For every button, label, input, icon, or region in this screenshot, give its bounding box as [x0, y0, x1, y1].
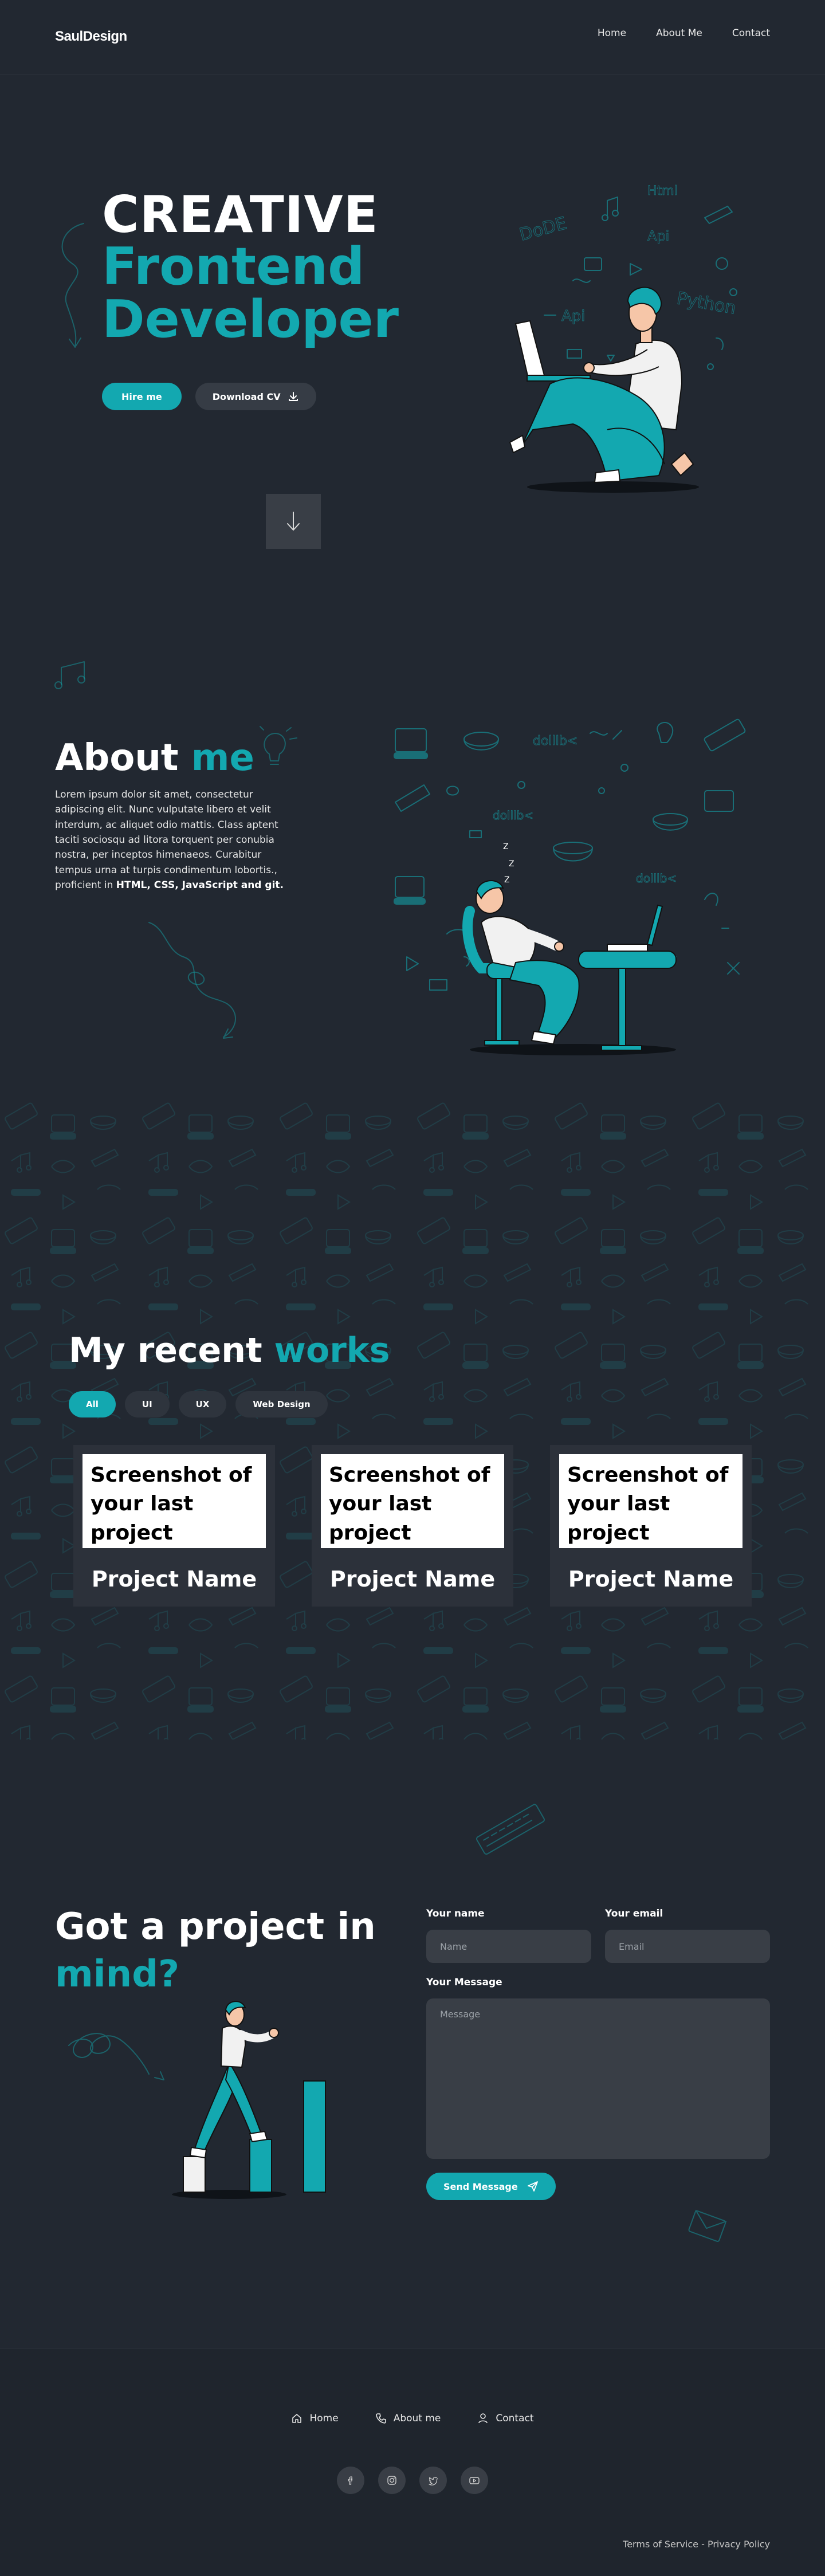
download-cv-label: Download CV [212, 391, 281, 402]
contact-climbing-illustration [68, 2001, 326, 2199]
squiggle-arrow-doodle [148, 922, 236, 1039]
privacy-link[interactable]: Privacy Policy [708, 2539, 770, 2550]
hire-me-button[interactable]: Hire me [102, 383, 182, 410]
legal-links: Terms of Service - Privacy Policy [623, 2539, 770, 2550]
svg-text:Api: Api [561, 308, 586, 325]
svg-text:Html: Html [647, 184, 678, 198]
terms-link[interactable]: Terms of Service [623, 2539, 698, 2550]
email-label: Your email [605, 1908, 663, 1919]
nav-about-link[interactable]: About Me [656, 28, 702, 39]
lightbulb-doodle [260, 726, 297, 765]
site-footer: Home About me Contact Terms of Service -… [0, 2348, 825, 2576]
about-title-plain: About [55, 737, 191, 779]
svg-text:Z: Z [503, 842, 509, 851]
name-label: Your name [426, 1908, 485, 1919]
svg-text:dolllb<: dolllb< [533, 734, 578, 748]
instagram-icon [387, 2476, 396, 2485]
project-card[interactable]: Screenshot of your last project Project … [73, 1445, 275, 1607]
footer-contact-link[interactable]: Contact [477, 2413, 534, 2424]
scroll-down-button[interactable] [266, 494, 321, 549]
hero-title-line3: Developer [102, 289, 399, 350]
footer-about-label: About me [393, 2413, 441, 2424]
works-title-accent: works [274, 1330, 390, 1371]
svg-text:DoDE: DoDE [517, 213, 569, 245]
home-icon [292, 2414, 302, 2423]
keyboard-doodle [476, 1804, 545, 1855]
project-screenshot: Screenshot of your last project [559, 1454, 742, 1548]
send-message-label: Send Message [443, 2181, 518, 2192]
footer-home-label: Home [309, 2413, 339, 2424]
footer-about-link[interactable]: About me [375, 2413, 441, 2424]
phone-icon [375, 2413, 386, 2424]
filter-web-design-button[interactable]: Web Design [235, 1391, 328, 1417]
nav-contact-link[interactable]: Contact [732, 28, 770, 39]
works-filters: All UI UX Web Design [69, 1391, 328, 1417]
filter-ux-button[interactable]: UX [178, 1391, 227, 1417]
user-icon [478, 2413, 488, 2424]
project-screenshot: Screenshot of your last project [82, 1454, 266, 1548]
email-input[interactable] [605, 1930, 770, 1963]
contact-title-line2: mind? [55, 1953, 180, 1996]
download-cv-button[interactable]: Download CV [195, 383, 316, 410]
about-title-accent: me [191, 737, 254, 779]
social-links [0, 2467, 825, 2494]
instagram-link[interactable] [378, 2467, 406, 2494]
envelope-doodle [688, 2209, 727, 2242]
send-message-button[interactable]: Send Message [426, 2173, 556, 2200]
project-screenshot: Screenshot of your last project [321, 1454, 504, 1548]
main-nav: Home About Me Contact [598, 28, 770, 39]
page: SaulDesign Home About Me Contact CREATIV… [0, 0, 825, 2576]
project-name: Project Name [568, 1566, 734, 1592]
hero-arrow-doodle [61, 223, 84, 348]
footer-home-link[interactable]: Home [291, 2413, 339, 2424]
about-skills: HTML, CSS, JavaScript and git. [116, 879, 284, 892]
youtube-icon [469, 2477, 480, 2484]
about-developer-illustration: dolllb< dolllb< dolllb< Z Z Z [394, 718, 746, 1055]
hero-title-line1: CREATIVE [102, 185, 379, 244]
message-label: Your Message [426, 1977, 502, 1988]
project-card[interactable]: Screenshot of your last project Project … [550, 1445, 752, 1607]
project-name: Project Name [91, 1566, 257, 1592]
works-title-plain: My recent [69, 1330, 274, 1371]
contact-title-line1: Got a project in [55, 1906, 376, 1948]
arrow-down-icon [287, 512, 300, 531]
hero-developer-illustration: DoDE Html Api Python Api [509, 184, 738, 493]
contact-title: Got a project in mind? [55, 1903, 376, 1998]
message-textarea[interactable] [426, 1998, 770, 2159]
youtube-link[interactable] [461, 2467, 488, 2494]
music-note-doodle [54, 661, 85, 689]
footer-contact-label: Contact [496, 2413, 534, 2424]
legal-separator: - [698, 2539, 708, 2550]
site-logo[interactable]: SaulDesign [55, 29, 127, 45]
svg-text:Api: Api [647, 228, 669, 244]
svg-text:dolllb<: dolllb< [636, 871, 677, 885]
project-card[interactable]: Screenshot of your last project Project … [312, 1445, 513, 1607]
svg-text:Z: Z [504, 875, 510, 885]
hero-title: CREATIVE Frontend Developer [102, 189, 399, 345]
svg-text:Python: Python [675, 288, 737, 319]
nav-home-link[interactable]: Home [598, 28, 626, 39]
hero-title-line2: Frontend [102, 236, 365, 297]
svg-text:dolllb<: dolllb< [493, 808, 533, 822]
works-title: My recent works [69, 1330, 390, 1371]
twitter-icon [429, 2477, 438, 2485]
about-title: About me [55, 737, 254, 779]
send-icon [527, 2181, 538, 2192]
facebook-icon [348, 2476, 353, 2485]
about-description-text: Lorem ipsum dolor sit amet, consectetur … [55, 789, 278, 892]
works-pattern-background [0, 1098, 825, 1739]
footer-nav: Home About me Contact [0, 2413, 825, 2424]
filter-all-button[interactable]: All [69, 1391, 116, 1417]
about-description: Lorem ipsum dolor sit amet, consectetur … [55, 787, 284, 893]
name-input[interactable] [426, 1930, 591, 1963]
svg-text:Z: Z [509, 859, 514, 869]
filter-ui-button[interactable]: UI [124, 1391, 170, 1417]
facebook-link[interactable] [337, 2467, 364, 2494]
hero-actions: Hire me Download CV [102, 383, 316, 410]
download-icon [288, 392, 298, 401]
site-header: SaulDesign Home About Me Contact [0, 0, 825, 74]
project-name: Project Name [329, 1566, 496, 1592]
twitter-link[interactable] [419, 2467, 447, 2494]
